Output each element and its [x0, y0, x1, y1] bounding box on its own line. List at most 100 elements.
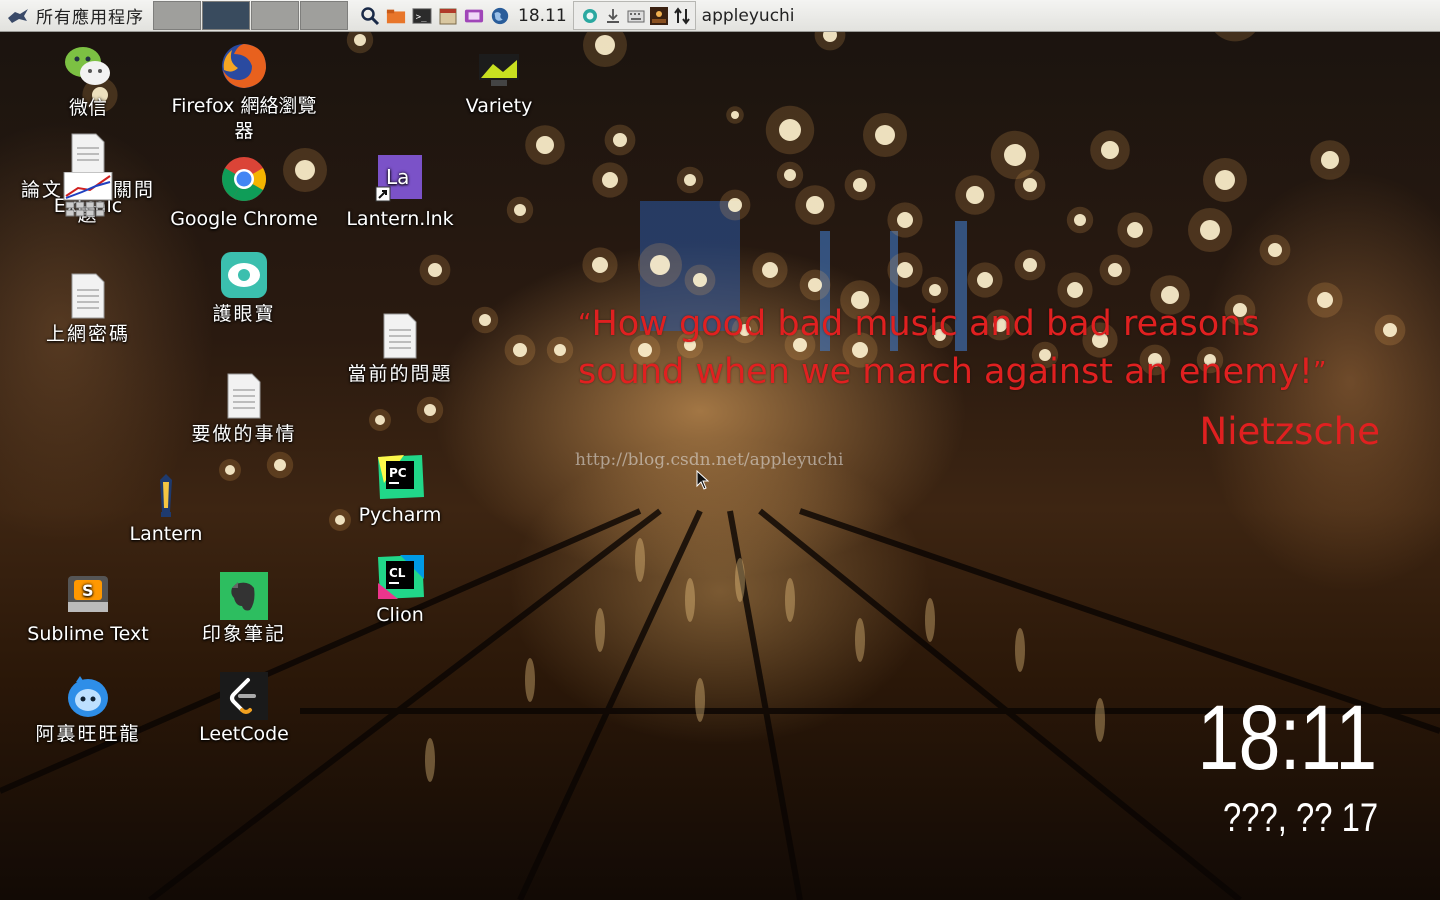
desktop-icon-label: Variety: [465, 95, 533, 117]
bokeh-light: [1215, 170, 1235, 190]
bokeh-light: [1321, 151, 1339, 169]
search-icon[interactable]: [360, 6, 380, 26]
desktop-icon-chrome[interactable]: Google Chrome: [169, 153, 319, 232]
lantern-icon: [140, 472, 192, 520]
workspace-4[interactable]: [300, 1, 348, 30]
blog-watermark: http://blog.csdn.net/appleyuchi: [575, 450, 844, 470]
sync-icon[interactable]: [580, 6, 600, 26]
desktop-icon-todo[interactable]: 要做的事情: [169, 372, 319, 447]
document-icon: [62, 132, 114, 176]
floor-reflection: [635, 538, 645, 582]
desktop-icon-aliwangwang[interactable]: 阿裏旺旺龍: [13, 672, 163, 747]
floor-reflection: [525, 658, 535, 702]
desktop-icon-clion[interactable]: CL Clion: [325, 553, 475, 628]
desktop-icon-lantern[interactable]: Lantern: [91, 472, 241, 547]
bokeh-light: [1067, 282, 1083, 298]
quote-text: How good bad music and bad reasons sound…: [578, 304, 1313, 392]
bokeh-light: [1023, 258, 1037, 272]
floor-reflection: [1015, 628, 1025, 672]
desktop-icon-current-issues[interactable]: 當前的問題: [325, 312, 475, 387]
download-icon[interactable]: [603, 6, 623, 26]
svg-text:PC: PC: [389, 466, 407, 480]
file-manager-icon[interactable]: [386, 6, 406, 26]
leetcode-icon: [218, 672, 270, 720]
desktop-icon-variety[interactable]: Variety: [424, 50, 574, 119]
bokeh-light: [693, 273, 707, 287]
applications-menu-button[interactable]: 所有應用程序: [0, 0, 152, 31]
lantern-shortcut-icon: La: [374, 153, 426, 205]
workspace-1[interactable]: [153, 1, 201, 30]
workspace-2[interactable]: [202, 1, 250, 30]
bokeh-light: [875, 125, 895, 145]
workspace-3[interactable]: [251, 1, 299, 30]
desktop-icon-sublime[interactable]: S Sublime Text: [13, 572, 163, 647]
floor-reflection: [785, 578, 795, 622]
desktop-icon-label: 阿裏旺旺龍: [35, 723, 141, 745]
desktop-icon-leetcode[interactable]: LeetCode: [169, 672, 319, 747]
bokeh-light: [806, 196, 824, 214]
desktop-icon-firefox[interactable]: Firefox 網絡瀏覽器: [169, 40, 319, 144]
bokeh-light: [375, 415, 385, 425]
bokeh-light: [762, 262, 778, 278]
panel-username[interactable]: appleyuchi: [702, 6, 795, 26]
aliwangwang-icon: [62, 672, 114, 720]
bokeh-light: [966, 186, 984, 204]
eye-care-icon: [218, 252, 270, 300]
quote-open-mark: “: [578, 309, 592, 339]
bokeh-light: [1074, 214, 1086, 226]
desktop-icon-password-doc[interactable]: 上網密碼: [13, 272, 163, 347]
chrome-icon: [218, 153, 270, 205]
bokeh-light: [536, 136, 554, 154]
bokeh-light: [1023, 178, 1037, 192]
bokeh-light: [424, 404, 436, 416]
bokeh-light: [1101, 141, 1119, 159]
bokeh-light: [1268, 243, 1282, 257]
desktop-icon-label: 當前的問題: [347, 363, 453, 385]
desktop-icon-label: 上網密碼: [45, 323, 130, 345]
top-panel: 所有應用程序 >_ 18.11 appleyuchi: [0, 0, 1440, 32]
bokeh-light: [602, 172, 618, 188]
document-icon: [374, 312, 426, 360]
desktop-icon-eye-care[interactable]: 護眼寶: [169, 252, 319, 327]
desktop-icon-evernote[interactable]: 印象筆記: [169, 572, 319, 647]
media-icon[interactable]: [464, 6, 484, 26]
terminal-icon[interactable]: >_: [412, 6, 432, 26]
keyboard-icon[interactable]: [626, 6, 646, 26]
calculator-graph-icon: [62, 171, 114, 218]
floor-reflection: [735, 558, 745, 602]
document-icon: [62, 272, 114, 320]
bokeh-light: [897, 262, 913, 278]
bokeh-light: [779, 119, 801, 141]
desktop-icon-label: Pycharm: [358, 504, 442, 526]
floor-reflection: [695, 678, 705, 722]
desktop-icon-label: 微信: [68, 97, 107, 119]
firefox-icon: [218, 40, 270, 92]
quote-close-mark: ”: [1312, 357, 1327, 387]
image-viewer-icon[interactable]: [649, 6, 669, 26]
sublime-icon: S: [62, 572, 114, 620]
bokeh-light: [595, 35, 615, 55]
desktop-icon-label: Google Chrome: [170, 208, 318, 230]
desktop-icon-label: 護眼寶: [212, 303, 276, 325]
bokeh-light: [784, 169, 796, 181]
network-arrows-icon[interactable]: [672, 6, 692, 26]
desktop-icon-lantern-lnk[interactable]: La Lantern.lnk: [325, 153, 475, 232]
bokeh-light: [897, 212, 913, 228]
bokeh-light: [929, 284, 941, 296]
desktop-icon-label: Sublime Text: [27, 623, 149, 645]
desktop-icon-wechat[interactable]: 微信: [13, 42, 163, 121]
bokeh-light: [808, 278, 822, 292]
desktop-icon-extcalc[interactable]: Extcalc: [13, 171, 163, 219]
desktop-clock-date: ???, ?? 17: [1222, 796, 1378, 840]
desktop-icon-pycharm[interactable]: PC Pycharm: [325, 453, 475, 528]
bokeh-light: [592, 257, 608, 273]
desktop-icon-label: Lantern.lnk: [346, 208, 454, 230]
bokeh-light: [428, 263, 442, 277]
bokeh-light: [1108, 263, 1122, 277]
panel-clock[interactable]: 18.11: [518, 6, 567, 26]
floor-reflection: [1095, 698, 1105, 742]
browser-globe-icon[interactable]: [490, 6, 510, 26]
bokeh-light: [613, 133, 627, 147]
wechat-icon: [62, 42, 114, 94]
archive-icon[interactable]: [438, 6, 458, 26]
